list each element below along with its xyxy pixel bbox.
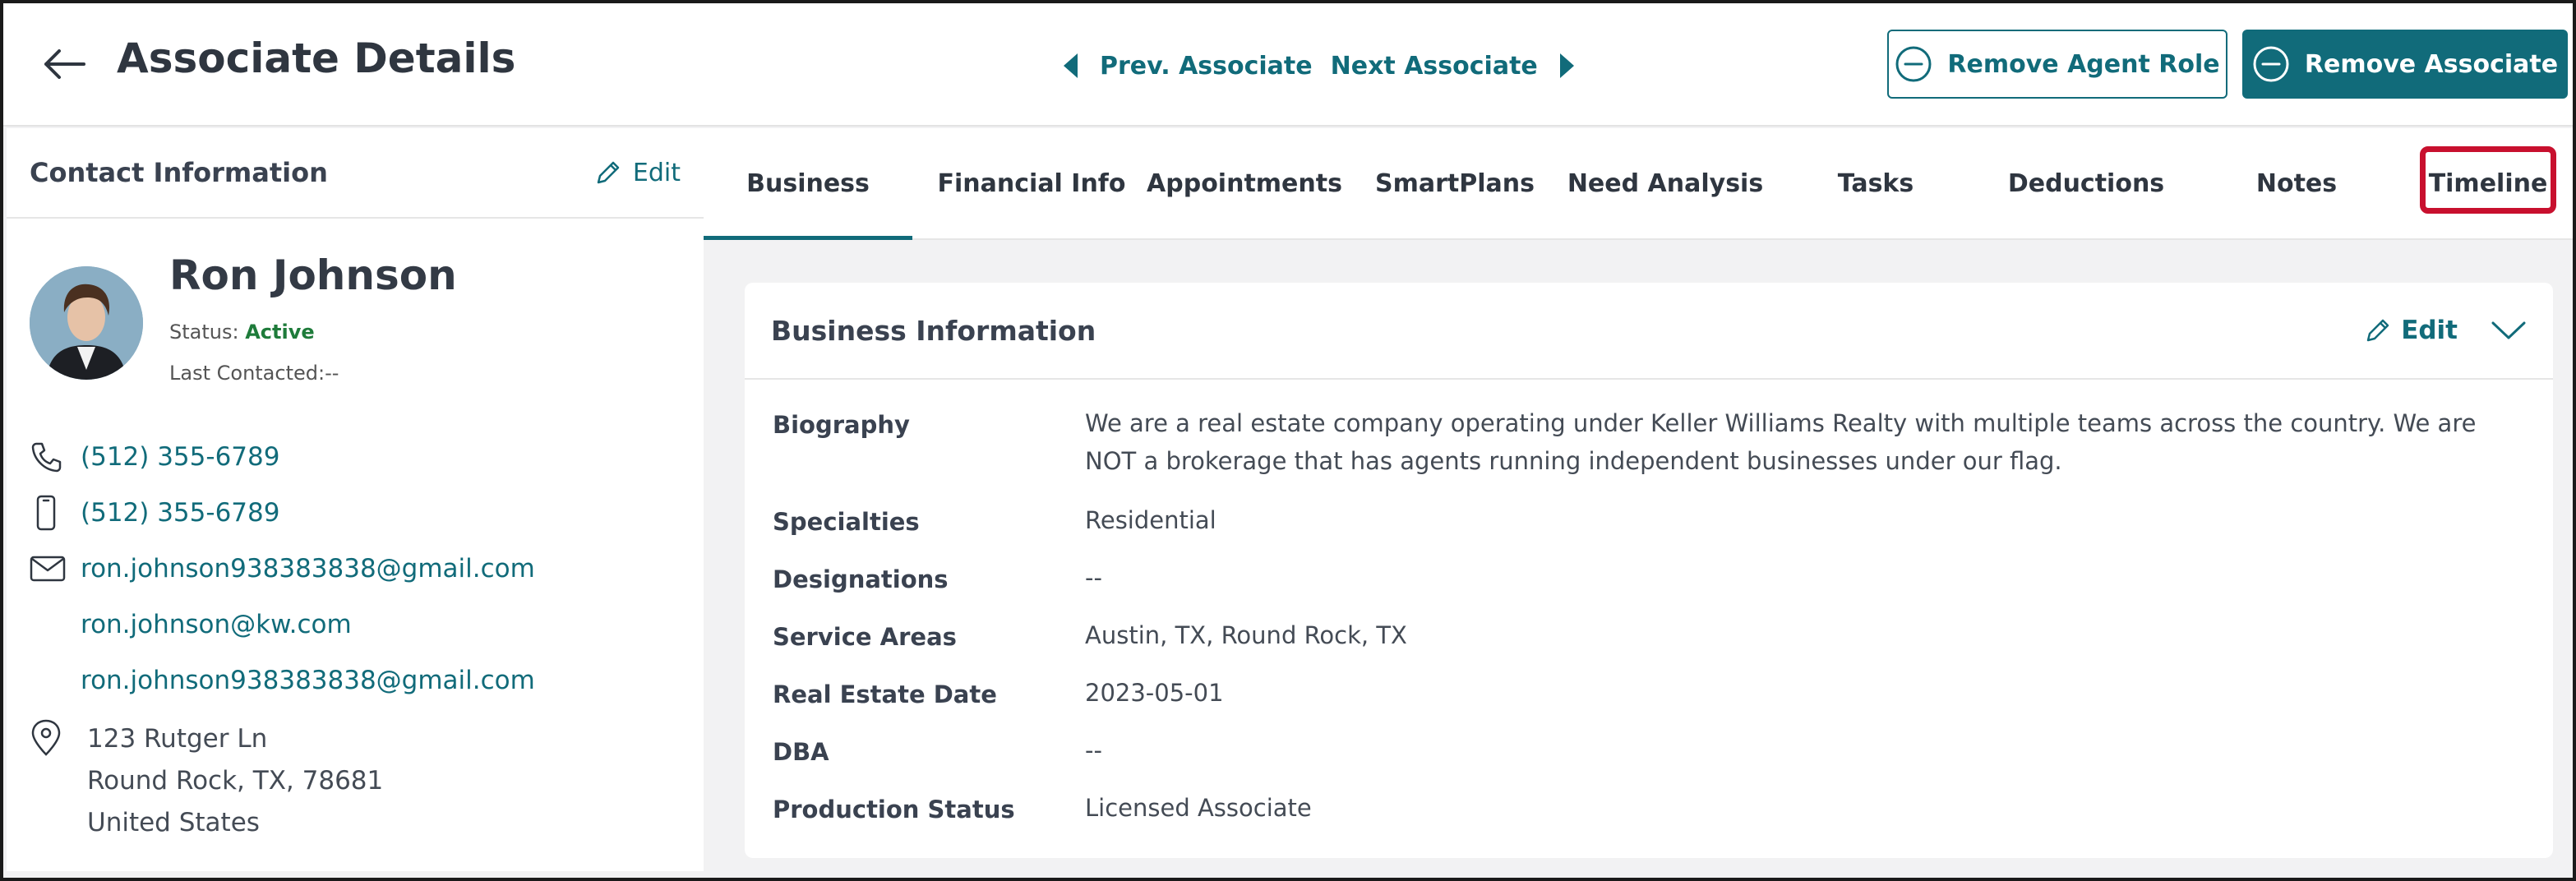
remove-associate-label: Remove Associate: [2304, 49, 2559, 79]
status-label: Status:: [169, 321, 239, 344]
arrow-left-icon: [44, 49, 85, 79]
minus-circle-icon: [2253, 46, 2289, 82]
prev-associate-link[interactable]: Prev. Associate: [1064, 52, 1313, 81]
last-contacted-row: Last Contacted:--: [169, 362, 339, 385]
status-row: Status: Active: [169, 321, 315, 344]
mobile-phone-icon: [36, 495, 56, 531]
prev-associate-label: Prev. Associate: [1100, 51, 1313, 81]
address-line-3: United States: [87, 808, 260, 837]
phone-icon: [31, 442, 62, 473]
page-title: Associate Details: [117, 35, 516, 82]
minus-circle-icon: [1895, 46, 1932, 82]
email-link[interactable]: ron.johnson@kw.com: [81, 610, 352, 639]
pencil-icon: [2366, 319, 2389, 342]
address-block: 123 Rutger Ln Round Rock, TX, 78681 Unit…: [87, 718, 383, 844]
remove-agent-role-label: Remove Agent Role: [1947, 49, 2220, 79]
location-pin-icon: [31, 719, 61, 756]
email-row-primary: ron.johnson938383838@gmail.com: [30, 544, 687, 593]
tab-notes[interactable]: Notes: [2191, 128, 2402, 238]
specialties-label: Specialties: [773, 508, 920, 536]
last-contacted-value: --: [325, 362, 339, 385]
dba-value: --: [1085, 736, 1102, 764]
address-line-2: Round Rock, TX, 78681: [87, 766, 384, 796]
tab-appointments[interactable]: Appointments: [1139, 128, 1350, 238]
business-edit-button[interactable]: Edit: [2365, 316, 2458, 345]
profile-summary: Ron Johnson Status: Active Last Contacte…: [30, 251, 687, 385]
avatar: [30, 266, 143, 380]
chevron-down-icon: [2491, 321, 2526, 339]
phone-link[interactable]: (512) 355-6789: [81, 442, 279, 472]
tab-need-analysis[interactable]: Need Analysis: [1560, 128, 1770, 238]
business-edit-label: Edit: [2401, 316, 2458, 345]
associate-navigation: Prev. Associate Next Associate: [1064, 43, 1574, 89]
status-badge: Active: [245, 321, 315, 344]
production-status-label: Production Status: [773, 796, 1015, 823]
collapse-toggle[interactable]: [2491, 320, 2527, 341]
business-card-header: Business Information Edit: [745, 283, 2553, 380]
tab-smartplans[interactable]: SmartPlans: [1350, 128, 1560, 238]
mail-icon: [30, 556, 66, 582]
app-frame: Associate Details Prev. Associate Next A…: [0, 0, 2576, 881]
next-associate-link[interactable]: Next Associate: [1331, 52, 1574, 81]
tab-deductions[interactable]: Deductions: [1981, 128, 2191, 238]
mobile-link[interactable]: (512) 355-6789: [81, 498, 279, 528]
tab-tasks[interactable]: Tasks: [1770, 128, 1981, 238]
mobile-row: (512) 355-6789: [30, 488, 687, 537]
email-row-tertiary: ron.johnson938383838@gmail.com: [30, 656, 687, 705]
caret-left-icon: [1064, 53, 1078, 78]
business-card-title: Business Information: [771, 314, 1096, 347]
remove-agent-role-button[interactable]: Remove Agent Role: [1887, 30, 2227, 99]
pencil-icon: [597, 161, 620, 184]
associate-name: Ron Johnson: [169, 251, 457, 299]
real-estate-date-value: 2023-05-01: [1085, 679, 1224, 707]
contact-information-panel: Contact Information Edit Ron Johnson Sta…: [7, 128, 704, 871]
page-header: Associate Details Prev. Associate Next A…: [3, 3, 2573, 127]
next-associate-label: Next Associate: [1330, 51, 1538, 81]
biography-value: We are a real estate company operating u…: [1085, 409, 2477, 475]
phone-row: (512) 355-6789: [30, 432, 687, 482]
caret-right-icon: [1559, 53, 1574, 78]
contact-panel-header: Contact Information Edit: [7, 128, 704, 219]
dba-label: DBA: [773, 738, 829, 766]
remove-associate-button[interactable]: Remove Associate: [2242, 30, 2568, 99]
tab-business[interactable]: Business: [704, 128, 912, 240]
contact-edit-button[interactable]: Edit: [595, 159, 681, 187]
service-areas-value: Austin, TX, Round Rock, TX: [1085, 621, 1407, 649]
address-line-1: 123 Rutger Ln: [87, 724, 268, 754]
last-contacted-label: Last Contacted:: [169, 362, 325, 385]
contact-edit-label: Edit: [632, 158, 681, 187]
designations-label: Designations: [773, 565, 949, 593]
production-status-value: Licensed Associate: [1085, 794, 1312, 822]
business-information-card: Business Information Edit Biography We a…: [745, 283, 2553, 858]
associate-tabs: Business Financial Info Appointments Sma…: [704, 128, 2573, 240]
email-link[interactable]: ron.johnson938383838@gmail.com: [81, 554, 535, 583]
specialties-value: Residential: [1085, 506, 1216, 534]
service-areas-label: Service Areas: [773, 623, 957, 651]
contact-section-title: Contact Information: [30, 157, 328, 188]
email-row-secondary: ron.johnson@kw.com: [30, 600, 687, 649]
email-link[interactable]: ron.johnson938383838@gmail.com: [81, 666, 535, 695]
biography-label: Biography: [773, 411, 910, 439]
tab-financial-info[interactable]: Financial Info: [924, 128, 1139, 238]
tab-timeline[interactable]: Timeline: [2421, 128, 2555, 238]
real-estate-date-label: Real Estate Date: [773, 680, 997, 708]
designations-value: --: [1085, 564, 1102, 592]
back-button[interactable]: [41, 41, 87, 87]
